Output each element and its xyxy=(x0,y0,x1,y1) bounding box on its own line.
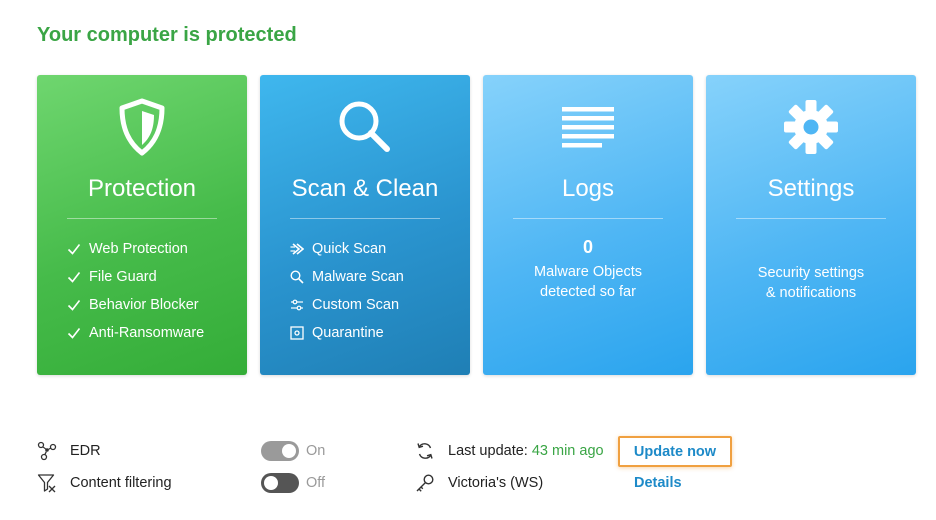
tile-divider xyxy=(67,218,217,219)
search-icon xyxy=(290,270,312,284)
checkmark-icon xyxy=(67,326,89,340)
last-update-time: 43 min ago xyxy=(531,443,604,459)
feature-label: Anti-Ransomware xyxy=(89,325,205,341)
quarantine-icon xyxy=(290,326,312,340)
shield-icon xyxy=(110,95,174,159)
update-now-button[interactable]: Update now xyxy=(618,436,732,467)
logs-tile[interactable]: Logs 0 Malware Objects detected so far xyxy=(483,75,693,375)
refresh-icon xyxy=(415,441,435,461)
content-filtering-label: Content filtering xyxy=(70,475,172,491)
custom-scan-item[interactable]: Custom Scan xyxy=(290,291,404,319)
scan-options-list: Quick Scan Malware Scan Custom Scan Quar… xyxy=(290,235,404,347)
feature-anti-ransomware: Anti-Ransomware xyxy=(67,319,204,347)
feature-file-guard: File Guard xyxy=(67,263,204,291)
workstation-row: Victoria's (WS) xyxy=(415,471,543,495)
checkmark-icon xyxy=(67,242,89,256)
settings-tile-title: Settings xyxy=(767,175,855,202)
feature-label: Web Protection xyxy=(89,241,188,257)
feature-label: File Guard xyxy=(89,269,157,285)
edr-row: EDR xyxy=(37,439,101,463)
settings-description: Security settings & notifications xyxy=(706,263,916,303)
quarantine-item[interactable]: Quarantine xyxy=(290,319,404,347)
malware-count-caption-line1: Malware Objects xyxy=(534,264,642,280)
logs-tile-title: Logs xyxy=(561,175,615,202)
details-link[interactable]: Details xyxy=(634,475,682,491)
tile-divider xyxy=(513,218,663,219)
feature-web-protection: Web Protection xyxy=(67,235,204,263)
malware-count-summary: 0 Malware Objects detected so far xyxy=(483,237,693,302)
protection-tile[interactable]: Protection Web Protection File Guard Beh… xyxy=(37,75,247,375)
tile-divider xyxy=(736,218,886,219)
last-update-label: Last update: xyxy=(448,443,528,459)
content-filtering-toggle[interactable] xyxy=(261,473,299,493)
last-update-row: Last update: 43 min ago xyxy=(415,439,604,463)
scan-option-label: Quarantine xyxy=(312,325,384,341)
malware-scan-item[interactable]: Malware Scan xyxy=(290,263,404,291)
protection-status-title: Your computer is protected xyxy=(37,24,297,46)
scan-option-label: Quick Scan xyxy=(312,241,387,257)
edr-label: EDR xyxy=(70,443,101,459)
edr-toggle-state: On xyxy=(306,443,326,459)
scan-option-label: Custom Scan xyxy=(312,297,400,313)
settings-tile[interactable]: Settings Security settings & notificatio… xyxy=(706,75,916,375)
toggle-knob xyxy=(282,444,296,458)
feature-behavior-blocker: Behavior Blocker xyxy=(67,291,204,319)
malware-count: 0 xyxy=(582,237,593,257)
settings-description-line2: & notifications xyxy=(765,285,857,301)
protection-tile-title: Protection xyxy=(87,175,197,202)
content-filtering-toggle-state: Off xyxy=(306,475,326,491)
content-filtering-row: Content filtering xyxy=(37,471,172,495)
edr-toggle[interactable] xyxy=(261,441,299,461)
key-icon xyxy=(415,473,435,493)
scan-clean-tile[interactable]: Scan & Clean Quick Scan Malware Scan Cus… xyxy=(260,75,470,375)
quick-scan-item[interactable]: Quick Scan xyxy=(290,235,404,263)
logs-list-icon xyxy=(556,95,620,159)
network-nodes-icon xyxy=(37,441,57,461)
checkmark-icon xyxy=(67,298,89,312)
toggle-knob xyxy=(264,476,278,490)
filter-icon xyxy=(37,473,57,493)
workstation-name: Victoria's (WS) xyxy=(448,475,544,491)
settings-description-line1: Security settings xyxy=(757,265,865,281)
tile-divider xyxy=(290,218,440,219)
scan-clean-tile-title: Scan & Clean xyxy=(291,175,439,202)
malware-count-caption-line2: detected so far xyxy=(540,284,636,300)
quick-scan-icon xyxy=(290,242,312,256)
protection-feature-list: Web Protection File Guard Behavior Block… xyxy=(67,235,204,347)
gear-icon xyxy=(779,95,843,159)
checkmark-icon xyxy=(67,270,89,284)
sliders-icon xyxy=(290,298,312,312)
scan-option-label: Malware Scan xyxy=(312,269,404,285)
magnifier-icon xyxy=(333,95,397,159)
feature-label: Behavior Blocker xyxy=(89,297,199,313)
